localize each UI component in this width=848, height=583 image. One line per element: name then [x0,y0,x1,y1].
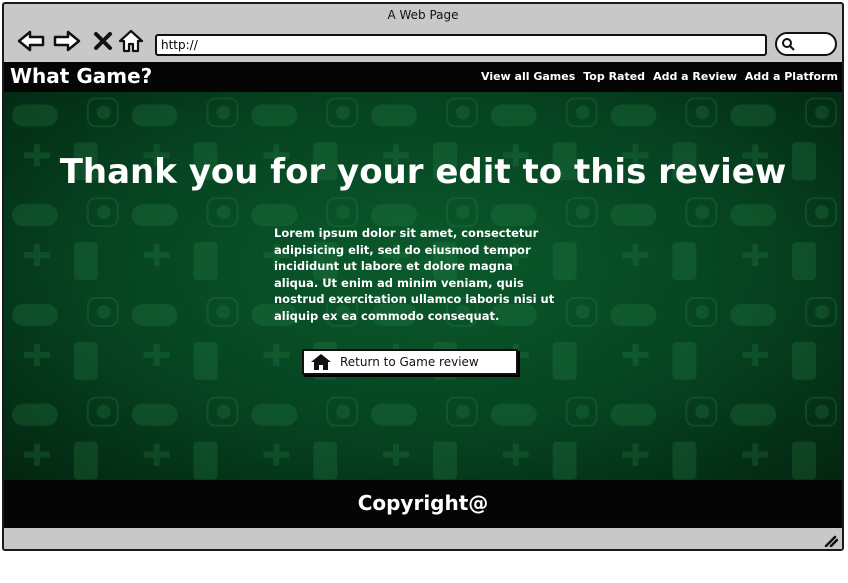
window-title: A Web Page [387,8,459,22]
search-icon [782,38,795,51]
footer: Copyright@ [4,480,842,528]
menu-top-rated[interactable]: Top Rated [583,70,645,83]
home-icon[interactable] [116,26,146,56]
menu-add-platform[interactable]: Add a Platform [745,70,838,83]
home-icon [310,353,332,371]
back-arrow-icon[interactable] [16,26,46,56]
browser-toolbar: http:// [4,26,842,62]
hero-section: Thank you for your edit to this review L… [4,92,842,480]
search-field[interactable] [775,32,837,56]
url-field[interactable]: http:// [155,34,767,56]
page-heading: Thank you for your edit to this review [59,152,787,192]
forward-arrow-icon[interactable] [52,26,82,56]
menu-view-all-games[interactable]: View all Games [481,70,575,83]
status-bar [4,528,842,549]
menu-add-review[interactable]: Add a Review [653,70,737,83]
body-text: Lorem ipsum dolor sit amet, consectetur … [274,226,555,323]
close-x-icon[interactable] [88,26,118,56]
site-brand[interactable]: What Game? [10,64,152,88]
return-to-review-button[interactable]: Return to Game review [302,349,518,375]
main-menu: View all Games Top Rated Add a Review Ad… [481,70,838,83]
browser-window: A Web Page http:// What Game? View all G… [2,2,844,551]
resize-grip-icon[interactable] [822,533,838,547]
return-button-label: Return to Game review [340,355,479,369]
app-header: What Game? View all Games Top Rated Add … [4,62,842,92]
